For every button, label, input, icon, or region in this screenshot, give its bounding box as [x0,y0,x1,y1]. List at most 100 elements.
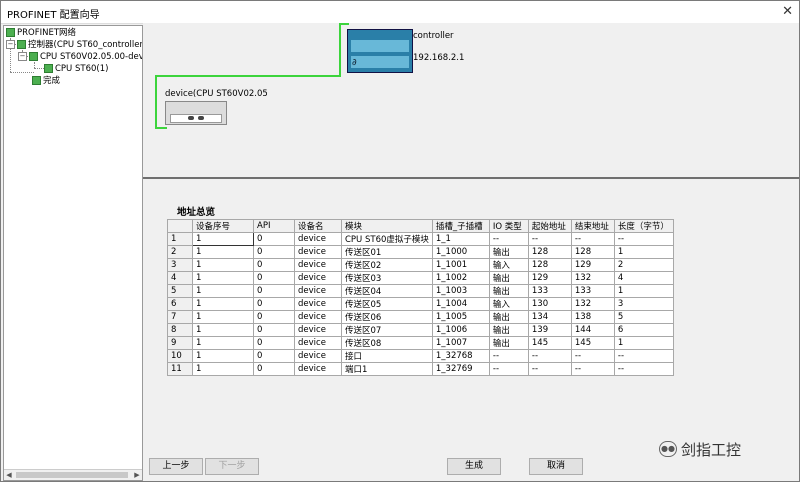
table-cell[interactable]: 输出 [488,336,529,350]
table-cell[interactable]: -- [488,232,529,246]
table-cell[interactable]: 传送区08 [341,336,433,350]
table-cell[interactable]: 128 [527,245,572,259]
table-cell[interactable]: 1_1007 [431,336,490,350]
table-cell[interactable]: 133 [570,284,615,298]
table-cell[interactable]: 132 [570,271,615,285]
table-cell[interactable]: 1 [192,323,254,337]
table-row[interactable]: 4 1 0 device 传送区03 1_1002 输出 129 132 4 [167,271,674,285]
previous-button[interactable]: 上一步 [149,458,203,475]
column-header[interactable]: 长度（字节） [613,219,674,233]
table-cell[interactable]: 0 [253,284,295,298]
table-row[interactable]: 6 1 0 device 传送区05 1_1004 输入 130 132 3 [167,297,674,311]
row-header[interactable]: 7 [167,310,193,324]
table-cell[interactable]: 1_1000 [431,245,490,259]
scroll-left-icon[interactable]: ◀ [4,470,14,480]
column-header[interactable]: 设备序号 [192,219,254,233]
table-cell[interactable]: device [294,362,342,376]
table-cell[interactable]: device [294,349,342,363]
row-header[interactable]: 8 [167,323,193,337]
table-cell[interactable]: 144 [570,323,615,337]
table-cell[interactable]: 1 [613,336,674,350]
io-device-icon[interactable] [165,101,227,125]
column-header[interactable]: 插槽_子插槽 [431,219,490,233]
table-cell[interactable]: -- [613,349,674,363]
table-cell[interactable]: 2 [613,258,674,272]
table-cell[interactable]: 1 [192,258,254,272]
table-cell[interactable]: 1_1002 [431,271,490,285]
tree-item-device[interactable]: − CPU ST60V02.05.00-device [18,51,142,63]
table-cell[interactable]: 传送区01 [341,245,433,259]
table-cell[interactable]: 1_1001 [431,258,490,272]
table-cell[interactable]: 传送区06 [341,310,433,324]
table-cell[interactable]: 输入 [488,258,529,272]
table-row[interactable]: 2 1 0 device 传送区01 1_1000 输出 128 128 1 [167,245,674,259]
table-cell[interactable]: device [294,271,342,285]
table-cell[interactable]: 1 [613,245,674,259]
table-cell[interactable]: 端口1 [341,362,433,376]
table-cell[interactable]: 1 [192,284,254,298]
table-row[interactable]: 7 1 0 device 传送区06 1_1005 输出 134 138 5 [167,310,674,324]
row-header[interactable]: 4 [167,271,193,285]
table-cell[interactable]: 5 [613,310,674,324]
tree-item-finish[interactable]: 完成 [32,75,60,87]
table-cell[interactable]: 1 [192,336,254,350]
table-cell[interactable]: 0 [253,258,295,272]
table-cell[interactable]: 输出 [488,323,529,337]
table-cell[interactable]: 130 [527,297,572,311]
table-cell[interactable]: device [294,310,342,324]
collapse-icon[interactable]: − [18,52,27,61]
table-cell[interactable]: 133 [527,284,572,298]
table-cell[interactable]: device [294,258,342,272]
table-cell[interactable]: 0 [253,349,295,363]
table-cell[interactable]: -- [613,232,674,246]
table-cell[interactable]: -- [527,362,572,376]
table-cell[interactable]: CPU ST60虚拟子模块 [341,232,433,246]
tree-horizontal-scrollbar[interactable]: ◀ ▶ [4,469,142,480]
column-header[interactable] [167,219,193,233]
table-cell[interactable]: 139 [527,323,572,337]
table-cell[interactable]: 4 [613,271,674,285]
table-cell[interactable]: -- [570,362,615,376]
table-cell[interactable]: 3 [613,297,674,311]
table-cell[interactable]: 145 [570,336,615,350]
table-cell[interactable]: 传送区05 [341,297,433,311]
table-cell[interactable]: 134 [527,310,572,324]
table-cell[interactable]: 传送区03 [341,271,433,285]
tree-item-module[interactable]: CPU ST60(1) [44,63,108,75]
table-row[interactable]: 3 1 0 device 传送区02 1_1001 输入 128 129 2 [167,258,674,272]
table-cell[interactable]: 1_32768 [431,349,490,363]
table-cell[interactable]: 0 [253,297,295,311]
table-cell[interactable]: 传送区07 [341,323,433,337]
table-cell[interactable]: -- [570,349,615,363]
table-cell[interactable]: 128 [570,245,615,259]
column-header[interactable]: 模块 [341,219,433,233]
table-cell[interactable]: 输入 [488,297,529,311]
controller-device-icon[interactable]: ∂ [347,29,413,73]
column-header[interactable]: API [253,219,295,233]
column-header[interactable]: 起始地址 [527,219,572,233]
tree-item-controller[interactable]: − 控制器(CPU ST60_controller) [6,39,142,51]
network-tree[interactable]: PROFINET网络 − 控制器(CPU ST60_controller) − CP… [3,25,143,481]
table-cell[interactable]: 1_1006 [431,323,490,337]
table-cell[interactable]: 1_1 [431,232,490,246]
row-header[interactable]: 1 [167,232,193,246]
generate-button[interactable]: 生成 [447,458,501,475]
tree-item-profinet-network[interactable]: PROFINET网络 [6,27,76,39]
close-icon[interactable]: ✕ [782,4,793,19]
table-cell[interactable]: 1 [192,271,254,285]
table-cell[interactable]: 0 [253,245,295,259]
table-cell[interactable]: 输出 [488,245,529,259]
table-cell[interactable]: 0 [253,232,295,246]
scroll-right-icon[interactable]: ▶ [132,470,142,480]
table-cell[interactable]: 1_32769 [431,362,490,376]
row-header[interactable]: 5 [167,284,193,298]
table-cell[interactable]: 传送区02 [341,258,433,272]
table-cell[interactable]: 0 [253,336,295,350]
table-row[interactable]: 8 1 0 device 传送区07 1_1006 输出 139 144 6 [167,323,674,337]
table-cell[interactable]: 0 [253,323,295,337]
column-header[interactable]: 结束地址 [570,219,615,233]
table-cell[interactable]: 0 [253,310,295,324]
table-row[interactable]: 10 1 0 device 接口 1_32768 -- -- -- -- [167,349,674,363]
table-cell[interactable]: device [294,297,342,311]
column-header[interactable]: IO 类型 [488,219,529,233]
